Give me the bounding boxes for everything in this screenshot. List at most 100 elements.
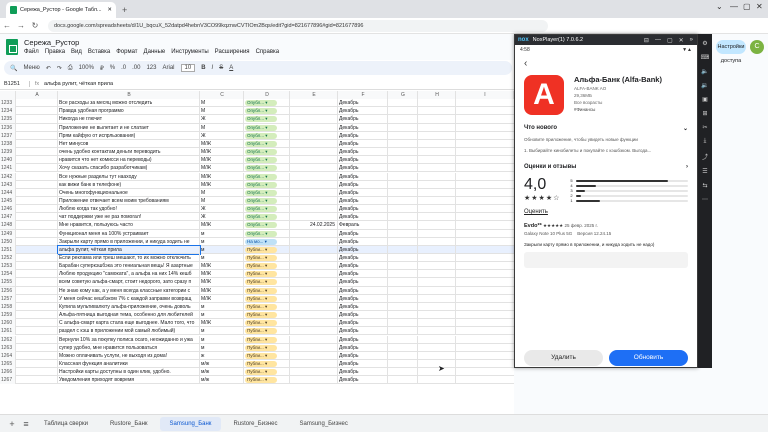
- cell-h[interactable]: [388, 343, 418, 352]
- cell-h[interactable]: [388, 245, 418, 254]
- status-chip[interactable]: Опубл... ▾: [245, 140, 277, 147]
- row-number[interactable]: 1238: [0, 139, 16, 148]
- month-cell[interactable]: Декабрь: [338, 196, 388, 205]
- cell-i[interactable]: [418, 343, 456, 352]
- cell-i[interactable]: [418, 351, 456, 360]
- nox-tool-icon[interactable]: ⚙: [702, 40, 707, 47]
- gender-cell[interactable]: м: [200, 237, 244, 246]
- italic-button[interactable]: I: [212, 65, 214, 71]
- review-text-cell[interactable]: Можно оплачивать услуги, не выходя из до…: [58, 351, 200, 360]
- status-chip[interactable]: Публи... ▾: [245, 369, 277, 376]
- text-color-button[interactable]: A: [229, 65, 233, 71]
- cell-a[interactable]: [16, 319, 58, 328]
- review-text-cell[interactable]: Хочу сказать спасибо разработчикам): [58, 164, 200, 173]
- bold-button[interactable]: B: [201, 65, 205, 71]
- row-number[interactable]: 1247: [0, 213, 16, 222]
- date-cell[interactable]: [290, 188, 338, 197]
- review-text-cell[interactable]: Никогда не глючит: [58, 115, 200, 124]
- menu-file[interactable]: Файл: [24, 49, 39, 55]
- date-cell[interactable]: [290, 335, 338, 344]
- cell-h[interactable]: [388, 139, 418, 148]
- gender-cell[interactable]: М/Ж: [200, 294, 244, 303]
- month-cell[interactable]: Декабрь: [338, 311, 388, 320]
- row-number[interactable]: 1237: [0, 131, 16, 140]
- cell-a[interactable]: [16, 311, 58, 320]
- nox-tool-icon[interactable]: 🔈: [701, 68, 708, 75]
- status-chip[interactable]: Публи... ▾: [245, 246, 277, 253]
- menu-insert[interactable]: Вставка: [88, 49, 110, 55]
- month-cell[interactable]: Декабрь: [338, 180, 388, 189]
- date-cell[interactable]: [290, 148, 338, 157]
- redo-icon[interactable]: ↷: [57, 65, 62, 72]
- review-text-cell[interactable]: Люблю продукцию "самоката", а альфа на н…: [58, 270, 200, 279]
- gender-cell[interactable]: М/Ж: [200, 262, 244, 271]
- status-cell[interactable]: Опубл... ▾: [244, 115, 290, 124]
- cell-i[interactable]: [418, 221, 456, 230]
- review-text-cell[interactable]: супер удобно, мне нравится пользоваться: [58, 343, 200, 352]
- status-chip[interactable]: Публи... ▾: [245, 377, 277, 384]
- review-text-cell[interactable]: чат поддержки уже не раз помогал!: [58, 213, 200, 222]
- status-cell[interactable]: Публи... ▾: [244, 335, 290, 344]
- status-chip[interactable]: Опубл... ▾: [245, 124, 277, 131]
- menu-format[interactable]: Формат: [116, 49, 137, 55]
- browser-tab[interactable]: Сережа_Рустор - Google Табл... ✕: [6, 2, 116, 18]
- status-cell[interactable]: Опубл... ▾: [244, 131, 290, 140]
- month-cell[interactable]: Декабрь: [338, 131, 388, 140]
- row-number[interactable]: 1258: [0, 302, 16, 311]
- cell-reference[interactable]: B1251: [0, 80, 30, 87]
- status-chip[interactable]: Публи... ▾: [245, 352, 277, 359]
- row-number[interactable]: 1249: [0, 229, 16, 238]
- font-select[interactable]: Arial: [162, 65, 174, 71]
- status-chip[interactable]: Публи... ▾: [245, 328, 277, 335]
- row-number[interactable]: 1235: [0, 115, 16, 124]
- cell-h[interactable]: [388, 123, 418, 132]
- date-cell[interactable]: [290, 278, 338, 287]
- cell-a[interactable]: [16, 302, 58, 311]
- date-cell[interactable]: [290, 319, 338, 328]
- column-header[interactable]: B: [58, 91, 200, 99]
- cell-i[interactable]: [418, 359, 456, 368]
- row-number[interactable]: 1248: [0, 221, 16, 230]
- cell-i[interactable]: [418, 376, 456, 385]
- date-cell[interactable]: [290, 327, 338, 336]
- cell-i[interactable]: [418, 278, 456, 287]
- app-developer[interactable]: ALFA-BANK AO: [574, 86, 662, 91]
- cell-a[interactable]: [16, 139, 58, 148]
- row-number[interactable]: 1256: [0, 286, 16, 295]
- review-text-cell[interactable]: Правда удобная программо: [58, 107, 200, 116]
- row-number[interactable]: 1242: [0, 172, 16, 181]
- cell-a[interactable]: [16, 270, 58, 279]
- share-button[interactable]: Настройки доступа: [716, 40, 746, 64]
- cell-h[interactable]: [388, 254, 418, 262]
- cell-i[interactable]: [418, 270, 456, 279]
- nox-tool-icon[interactable]: ⤴: [702, 152, 708, 161]
- cell-h[interactable]: [388, 221, 418, 230]
- menu-view[interactable]: Вид: [71, 49, 82, 55]
- gender-cell[interactable]: М/Ж: [200, 164, 244, 173]
- column-header[interactable]: F: [338, 91, 388, 99]
- sheet-tab-reconciliation[interactable]: Таблица сверки: [34, 417, 98, 431]
- date-cell[interactable]: [290, 254, 338, 262]
- nox-tool-icon[interactable]: ✂: [702, 124, 707, 131]
- row-number[interactable]: 1255: [0, 278, 16, 287]
- nox-tool-icon[interactable]: 🔉: [701, 82, 708, 89]
- status-cell[interactable]: Публи... ▾: [244, 254, 290, 262]
- row-number[interactable]: 1254: [0, 270, 16, 279]
- menu-extensions[interactable]: Расширения: [215, 49, 250, 55]
- row-number[interactable]: 1236: [0, 123, 16, 132]
- spreadsheet-grid[interactable]: A B C D E F G H I 1233 Все расходы за месяц можно …: [0, 91, 514, 413]
- cell-a[interactable]: [16, 180, 58, 189]
- review-text-cell[interactable]: Если реклама или треш мешают, то их можн…: [58, 254, 200, 262]
- cell-a[interactable]: [16, 131, 58, 140]
- column-header[interactable]: A: [16, 91, 58, 99]
- cell-i[interactable]: [418, 229, 456, 238]
- cell-h[interactable]: [388, 115, 418, 124]
- status-chip[interactable]: Опубл... ▾: [245, 230, 277, 237]
- gender-cell[interactable]: М/Ж: [200, 319, 244, 328]
- month-cell[interactable]: Декабрь: [338, 107, 388, 116]
- cell-h[interactable]: [388, 180, 418, 189]
- strike-button[interactable]: S: [219, 65, 223, 71]
- back-icon[interactable]: ←: [0, 21, 14, 30]
- month-cell[interactable]: Декабрь: [338, 205, 388, 214]
- row-number[interactable]: 1246: [0, 205, 16, 214]
